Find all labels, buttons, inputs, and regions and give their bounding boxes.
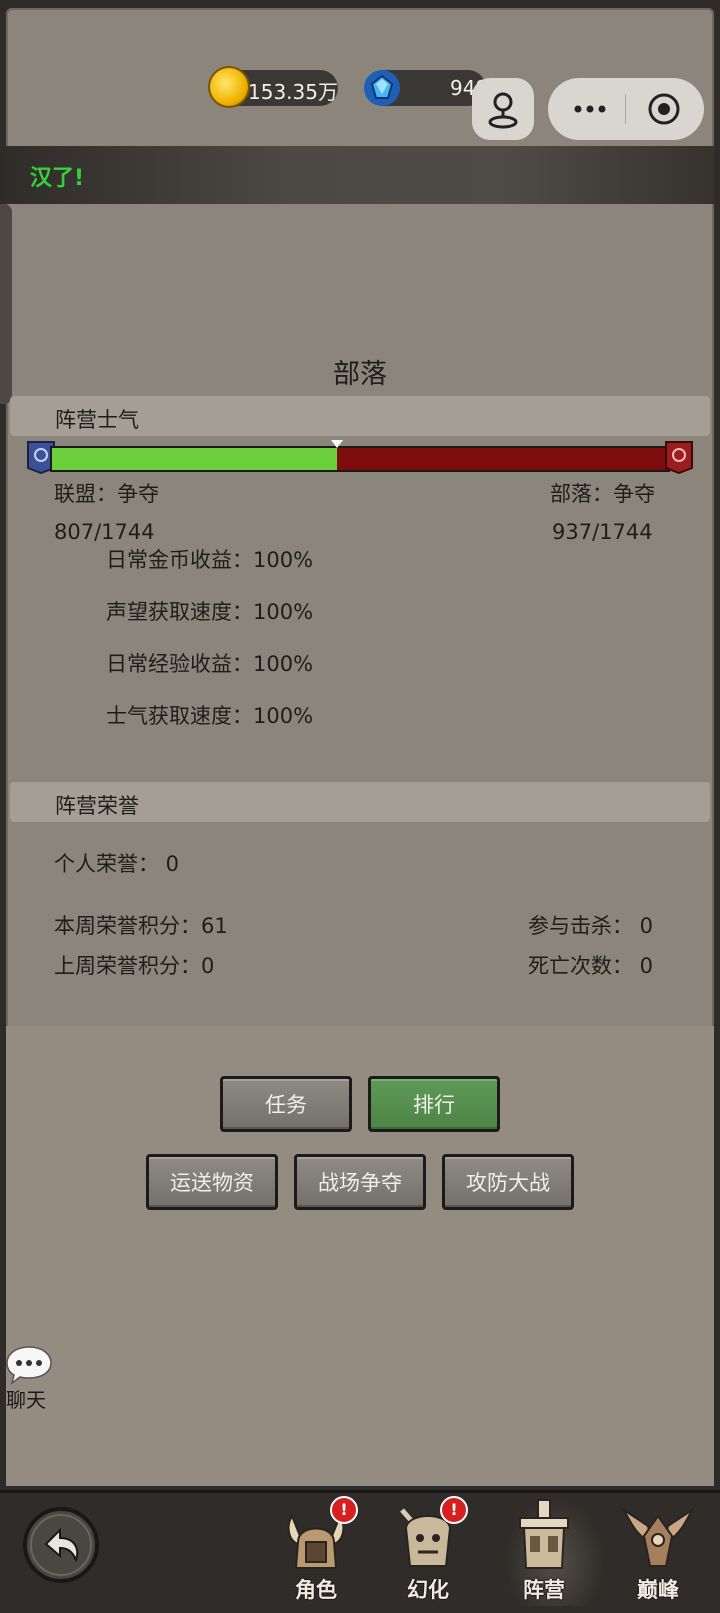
morale-heading: 阵营士气 — [55, 408, 139, 432]
map-pin-icon — [488, 92, 518, 129]
transport-supplies-button[interactable]: 运送物资 — [146, 1154, 278, 1210]
last-week-honor: 上周荣誉积分：0 — [54, 954, 215, 978]
horde-status: 部落：争夺 — [550, 482, 655, 506]
alliance-status: 联盟：争夺 — [54, 482, 159, 506]
nav-item-transmog[interactable]: 幻化 ! — [380, 1496, 476, 1606]
fortress-tower-icon — [519, 1499, 569, 1569]
back-arrow-icon[interactable] — [22, 1506, 100, 1584]
button-area — [6, 1026, 714, 1486]
nav-item-faction[interactable]: 阵营 — [496, 1496, 592, 1606]
chat-label[interactable]: 聊天 — [6, 1384, 46, 1413]
bonus-gold: 日常金币收益：100% — [106, 548, 314, 572]
kills-count: 参与击杀： 0 — [528, 914, 654, 938]
nav-item-peak[interactable]: 巅峰 — [610, 1496, 706, 1606]
horde-flag-icon — [665, 441, 693, 474]
personal-honor: 个人荣誉： 0 — [54, 852, 180, 876]
scrolling-announcement — [6, 146, 714, 204]
morale-section-header: 阵营士气 — [10, 396, 710, 436]
tasks-button[interactable]: 任务 — [220, 1076, 352, 1132]
more-icon[interactable] — [570, 100, 610, 118]
bonus-morale: 士气获取速度：100% — [106, 704, 314, 728]
horde-score: 937/1744 — [552, 520, 653, 544]
morale-marker — [331, 440, 344, 448]
honor-section-header: 阵营荣誉 — [10, 782, 710, 822]
faction-title: 部落 — [333, 359, 387, 390]
nav-label-faction: 阵营 — [523, 1578, 565, 1602]
alliance-morale-fill — [52, 448, 338, 470]
bonus-reputation: 声望获取速度：100% — [106, 600, 314, 624]
alert-badge-transmog: ! — [440, 1496, 468, 1524]
alliance-score: 807/1744 — [54, 520, 155, 544]
nav-item-character[interactable]: 角色 ! — [268, 1496, 364, 1606]
weekly-honor: 本周荣誉积分：61 — [54, 914, 228, 938]
alert-badge-character: ! — [330, 1496, 358, 1524]
battlefield-button[interactable]: 战场争夺 — [294, 1154, 426, 1210]
winged-crest-icon — [621, 1507, 695, 1567]
mini-program-capsule — [548, 78, 704, 140]
morale-bar — [50, 446, 670, 472]
chat-bubble-icon[interactable] — [4, 1344, 54, 1386]
gold-amount: 153.35万 — [248, 80, 338, 104]
capsule-divider — [625, 94, 626, 124]
deaths-count: 死亡次数： 0 — [528, 954, 654, 978]
siege-battle-button[interactable]: 攻防大战 — [442, 1154, 574, 1210]
blue-gem-icon — [364, 70, 400, 106]
nav-label-transmog: 幻化 — [407, 1578, 449, 1602]
nav-label-peak: 巅峰 — [637, 1578, 679, 1602]
honor-heading: 阵营荣誉 — [55, 794, 139, 818]
map-pin-button[interactable] — [472, 78, 534, 140]
announcement-text: 汉了! — [30, 166, 85, 191]
ranking-button[interactable]: 排行 — [368, 1076, 500, 1132]
bonus-exp: 日常经验收益：100% — [106, 652, 314, 676]
nav-label-character: 角色 — [295, 1578, 337, 1602]
gold-coin-icon — [210, 68, 248, 106]
close-target-icon[interactable] — [646, 91, 682, 127]
